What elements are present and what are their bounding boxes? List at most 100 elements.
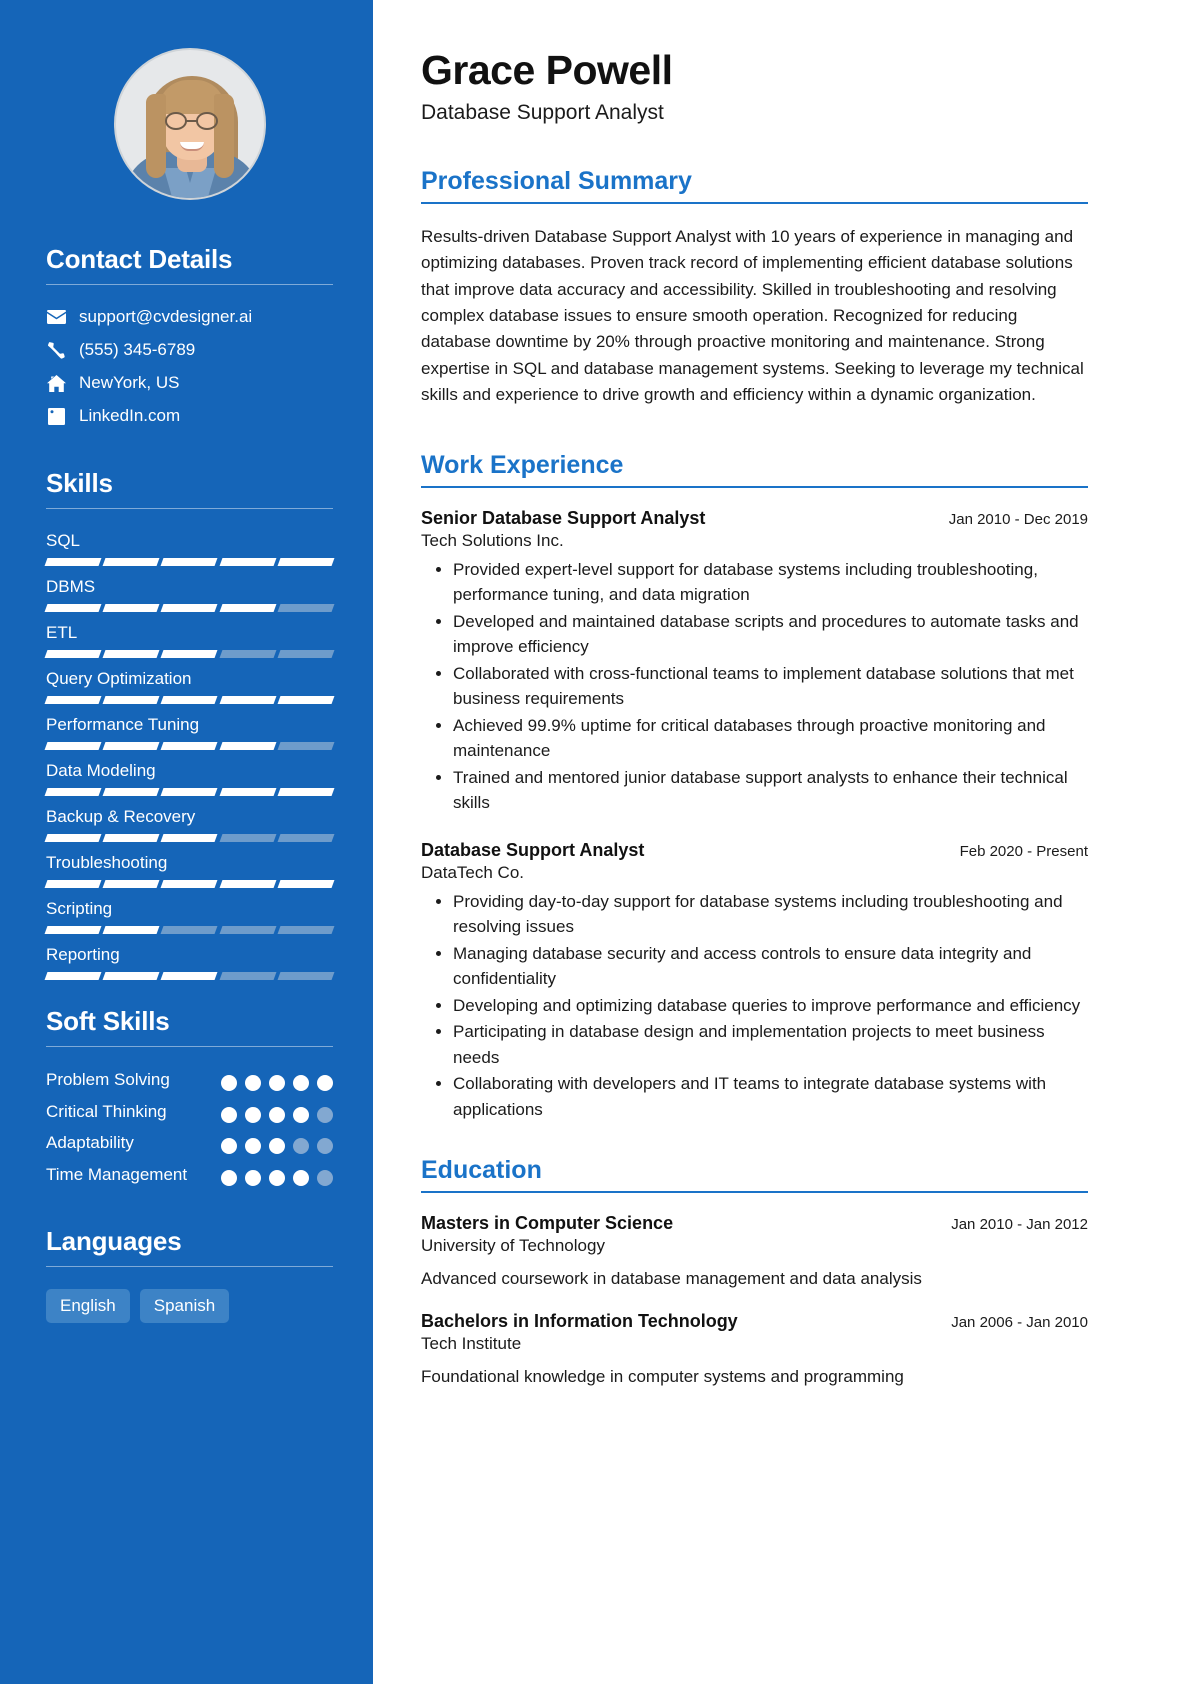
- skill-item: Query Optimization: [44, 669, 335, 704]
- skill-segment: [219, 604, 277, 612]
- work-bullet: Providing day-to-day support for databas…: [453, 889, 1088, 940]
- work-experience-list: Senior Database Support Analyst Jan 2010…: [421, 508, 1088, 1123]
- avatar-glasses-right-lens: [195, 112, 218, 130]
- skill-level-bar: [44, 926, 335, 934]
- soft-skill-dot: [245, 1075, 261, 1091]
- soft-skill-dot: [293, 1169, 309, 1186]
- contact-item-linkedin[interactable]: LinkedIn.com: [46, 406, 333, 426]
- job-role-subtitle: Database Support Analyst: [421, 101, 664, 125]
- skill-segment: [160, 696, 219, 704]
- language-pill[interactable]: English: [46, 1289, 130, 1324]
- skill-level-bar: [44, 972, 335, 980]
- soft-skill-dot: [221, 1106, 237, 1123]
- avatar-glasses-left-lens: [164, 112, 187, 130]
- soft-skill-dot: [269, 1106, 285, 1123]
- soft-skill-label: Problem Solving: [46, 1070, 170, 1089]
- skill-segment: [102, 926, 160, 934]
- work-entry: Database Support Analyst Feb 2020 - Pres…: [421, 840, 1088, 1123]
- skill-segment: [44, 696, 102, 704]
- skill-segment: [102, 558, 160, 566]
- language-pill[interactable]: Spanish: [139, 1289, 230, 1324]
- skill-segment: [102, 650, 160, 658]
- soft-skill-dot: [317, 1169, 333, 1186]
- skill-segment: [219, 650, 277, 658]
- skill-segment: [102, 972, 160, 980]
- skill-segment: [160, 604, 219, 612]
- work-bullet: Provided expert-level support for databa…: [453, 557, 1088, 608]
- skill-item: DBMS: [44, 577, 335, 612]
- skill-item: Data Modeling: [44, 761, 335, 796]
- work-entry-bullets: Provided expert-level support for databa…: [421, 557, 1088, 816]
- soft-skill-rating: [221, 1069, 333, 1091]
- skill-label: Data Modeling: [46, 761, 156, 780]
- education-heading: Education: [421, 1156, 542, 1184]
- skill-label: Query Optimization: [46, 669, 192, 688]
- skill-item: Reporting: [44, 945, 335, 980]
- skill-label: SQL: [46, 531, 81, 550]
- education-entry-title: Bachelors in Information Technology: [421, 1311, 738, 1331]
- work-bullet: Collaborating with developers and IT tea…: [453, 1071, 1088, 1122]
- work-bullet: Achieved 99.9% uptime for critical datab…: [453, 713, 1088, 764]
- languages-heading-divider: [46, 1266, 333, 1268]
- professional-summary-section: Professional Summary Results-driven Data…: [421, 167, 1088, 408]
- skill-item: SQL: [44, 531, 335, 566]
- main-content: Grace Powell Database Support Analyst Pr…: [373, 0, 1200, 1684]
- languages-section: Languages English Spanish: [46, 1226, 333, 1324]
- skill-segment: [44, 926, 102, 934]
- skill-segment: [160, 880, 219, 888]
- skill-segment: [102, 696, 160, 704]
- contact-details-heading: Contact Details: [46, 244, 233, 274]
- contact-value-linkedin: LinkedIn.com: [79, 406, 181, 425]
- contact-value-email: support@cvdesigner.ai: [79, 307, 253, 326]
- skill-item: ETL: [44, 623, 335, 658]
- skill-label: Reporting: [46, 945, 120, 964]
- avatar: [113, 48, 266, 200]
- skill-segment: [102, 604, 160, 612]
- professional-summary-text: Results-driven Database Support Analyst …: [421, 227, 1084, 405]
- soft-skill-dot: [293, 1075, 309, 1091]
- contact-item-phone[interactable]: (555) 345-6789: [46, 340, 333, 360]
- avatar-glasses-bridge: [185, 120, 197, 122]
- skill-label: Performance Tuning: [46, 715, 200, 734]
- skills-heading-divider: [46, 508, 333, 509]
- sidebar: Contact Details support@cvdesigner.ai (5…: [0, 0, 373, 1684]
- work-experience-divider: [421, 485, 1088, 488]
- envelope-icon: [46, 310, 66, 324]
- skill-segment: [219, 742, 277, 750]
- work-bullet: Collaborated with cross-functional teams…: [453, 661, 1088, 712]
- skill-label: DBMS: [46, 577, 96, 596]
- education-list: Masters in Computer Science Jan 2010 - J…: [421, 1213, 1088, 1387]
- education-divider: [421, 1191, 1088, 1193]
- languages-heading: Languages: [46, 1226, 182, 1257]
- work-bullet: Managing database security and access co…: [453, 941, 1088, 992]
- work-entry: Senior Database Support Analyst Jan 2010…: [421, 508, 1088, 816]
- soft-skill-dot: [221, 1169, 237, 1186]
- professional-summary-divider: [421, 202, 1088, 205]
- skill-segment: [219, 926, 277, 934]
- soft-skill-item: Adaptability: [46, 1132, 333, 1155]
- soft-skill-label: Time Management: [46, 1164, 188, 1184]
- soft-skill-dot: [317, 1075, 333, 1091]
- skill-label: Backup & Recovery: [46, 807, 196, 826]
- contact-item-email[interactable]: support@cvdesigner.ai: [46, 307, 333, 327]
- soft-skill-label: Adaptability: [46, 1133, 134, 1153]
- avatar-wrapper: [46, 48, 333, 200]
- soft-skill-dot: [293, 1138, 309, 1155]
- skill-segment: [44, 834, 102, 842]
- soft-skill-dot: [269, 1169, 285, 1186]
- education-entry-header: Masters in Computer Science Jan 2010 - J…: [421, 1213, 1088, 1234]
- work-bullet: Participating in database design and imp…: [453, 1019, 1088, 1070]
- skill-segment: [277, 972, 335, 980]
- skill-segment: [219, 834, 277, 842]
- skill-segment: [44, 558, 102, 566]
- skill-label: Scripting: [46, 899, 113, 918]
- soft-skill-label: Critical Thinking: [46, 1101, 167, 1121]
- skill-level-bar: [44, 696, 335, 704]
- skill-segment: [160, 972, 219, 980]
- skill-segment: [160, 650, 219, 658]
- education-section: Education Masters in Computer Science Ja…: [421, 1156, 1088, 1387]
- skill-segment: [277, 742, 335, 750]
- work-entry-header: Senior Database Support Analyst Jan 2010…: [421, 508, 1088, 529]
- contact-item-location[interactable]: NewYork, US: [46, 373, 333, 393]
- skill-segment: [219, 788, 277, 796]
